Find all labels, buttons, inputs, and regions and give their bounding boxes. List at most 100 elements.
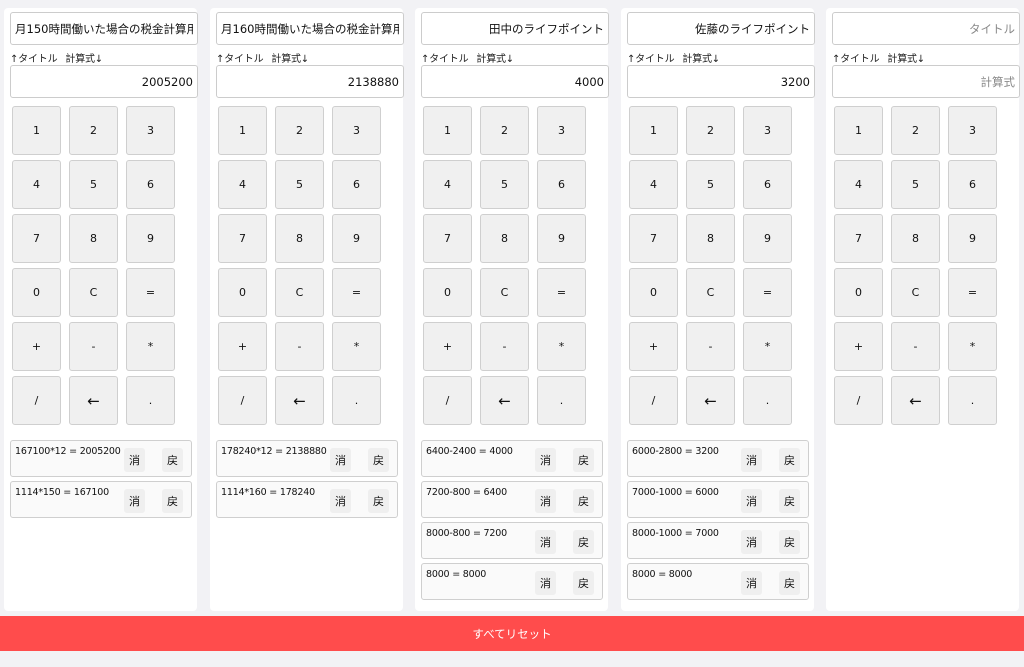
key-plus[interactable]: +: [423, 322, 472, 371]
key-clear[interactable]: C: [275, 268, 324, 317]
key-5[interactable]: 5: [891, 160, 940, 209]
key-9[interactable]: 9: [332, 214, 381, 263]
formula-input[interactable]: [421, 65, 609, 98]
key-minus[interactable]: -: [275, 322, 324, 371]
key-7[interactable]: 7: [12, 214, 61, 263]
history-restore-button[interactable]: 戻: [779, 489, 800, 513]
key-8[interactable]: 8: [69, 214, 118, 263]
key-backspace[interactable]: ←: [69, 376, 118, 425]
key-multiply[interactable]: *: [332, 322, 381, 371]
history-restore-button[interactable]: 戻: [573, 530, 594, 554]
key-4[interactable]: 4: [834, 160, 883, 209]
key-equals[interactable]: =: [126, 268, 175, 317]
key-equals[interactable]: =: [537, 268, 586, 317]
key-2[interactable]: 2: [686, 106, 735, 155]
key-6[interactable]: 6: [743, 160, 792, 209]
key-4[interactable]: 4: [12, 160, 61, 209]
key-6[interactable]: 6: [332, 160, 381, 209]
key-0[interactable]: 0: [629, 268, 678, 317]
key-9[interactable]: 9: [126, 214, 175, 263]
key-6[interactable]: 6: [126, 160, 175, 209]
history-delete-button[interactable]: 消: [741, 448, 762, 472]
key-equals[interactable]: =: [948, 268, 997, 317]
key-5[interactable]: 5: [275, 160, 324, 209]
key-1[interactable]: 1: [423, 106, 472, 155]
key-minus[interactable]: -: [480, 322, 529, 371]
key-5[interactable]: 5: [480, 160, 529, 209]
key-0[interactable]: 0: [12, 268, 61, 317]
key-minus[interactable]: -: [686, 322, 735, 371]
key-8[interactable]: 8: [686, 214, 735, 263]
key-8[interactable]: 8: [891, 214, 940, 263]
key-3[interactable]: 3: [743, 106, 792, 155]
history-delete-button[interactable]: 消: [741, 489, 762, 513]
title-input[interactable]: [10, 12, 198, 45]
history-delete-button[interactable]: 消: [124, 448, 145, 472]
key-divide[interactable]: /: [423, 376, 472, 425]
history-delete-button[interactable]: 消: [741, 571, 762, 595]
key-clear[interactable]: C: [686, 268, 735, 317]
key-2[interactable]: 2: [275, 106, 324, 155]
key-decimal[interactable]: .: [126, 376, 175, 425]
history-delete-button[interactable]: 消: [535, 489, 556, 513]
history-restore-button[interactable]: 戻: [573, 448, 594, 472]
key-decimal[interactable]: .: [332, 376, 381, 425]
history-delete-button[interactable]: 消: [330, 448, 351, 472]
key-9[interactable]: 9: [537, 214, 586, 263]
history-restore-button[interactable]: 戻: [779, 448, 800, 472]
history-restore-button[interactable]: 戻: [779, 571, 800, 595]
key-backspace[interactable]: ←: [275, 376, 324, 425]
formula-input[interactable]: [627, 65, 815, 98]
key-divide[interactable]: /: [12, 376, 61, 425]
key-1[interactable]: 1: [12, 106, 61, 155]
key-3[interactable]: 3: [332, 106, 381, 155]
title-input[interactable]: [832, 12, 1020, 45]
title-input[interactable]: [216, 12, 404, 45]
key-decimal[interactable]: .: [948, 376, 997, 425]
title-input[interactable]: [421, 12, 609, 45]
key-4[interactable]: 4: [218, 160, 267, 209]
key-multiply[interactable]: *: [537, 322, 586, 371]
history-delete-button[interactable]: 消: [330, 489, 351, 513]
key-7[interactable]: 7: [218, 214, 267, 263]
key-4[interactable]: 4: [629, 160, 678, 209]
key-3[interactable]: 3: [126, 106, 175, 155]
history-delete-button[interactable]: 消: [535, 530, 556, 554]
key-3[interactable]: 3: [948, 106, 997, 155]
history-restore-button[interactable]: 戻: [368, 448, 389, 472]
key-backspace[interactable]: ←: [686, 376, 735, 425]
key-minus[interactable]: -: [891, 322, 940, 371]
key-clear[interactable]: C: [891, 268, 940, 317]
key-backspace[interactable]: ←: [480, 376, 529, 425]
key-8[interactable]: 8: [275, 214, 324, 263]
key-0[interactable]: 0: [834, 268, 883, 317]
key-0[interactable]: 0: [218, 268, 267, 317]
history-restore-button[interactable]: 戻: [573, 489, 594, 513]
key-divide[interactable]: /: [629, 376, 678, 425]
history-delete-button[interactable]: 消: [124, 489, 145, 513]
history-restore-button[interactable]: 戻: [162, 448, 183, 472]
history-restore-button[interactable]: 戻: [368, 489, 389, 513]
key-plus[interactable]: +: [218, 322, 267, 371]
history-delete-button[interactable]: 消: [741, 530, 762, 554]
key-7[interactable]: 7: [629, 214, 678, 263]
key-minus[interactable]: -: [69, 322, 118, 371]
key-decimal[interactable]: .: [537, 376, 586, 425]
key-multiply[interactable]: *: [948, 322, 997, 371]
history-restore-button[interactable]: 戻: [162, 489, 183, 513]
formula-input[interactable]: [10, 65, 198, 98]
key-9[interactable]: 9: [743, 214, 792, 263]
key-multiply[interactable]: *: [126, 322, 175, 371]
key-plus[interactable]: +: [834, 322, 883, 371]
formula-input[interactable]: [832, 65, 1020, 98]
title-input[interactable]: [627, 12, 815, 45]
key-clear[interactable]: C: [69, 268, 118, 317]
key-3[interactable]: 3: [537, 106, 586, 155]
history-delete-button[interactable]: 消: [535, 448, 556, 472]
key-clear[interactable]: C: [480, 268, 529, 317]
key-8[interactable]: 8: [480, 214, 529, 263]
key-1[interactable]: 1: [629, 106, 678, 155]
key-plus[interactable]: +: [629, 322, 678, 371]
key-9[interactable]: 9: [948, 214, 997, 263]
key-4[interactable]: 4: [423, 160, 472, 209]
